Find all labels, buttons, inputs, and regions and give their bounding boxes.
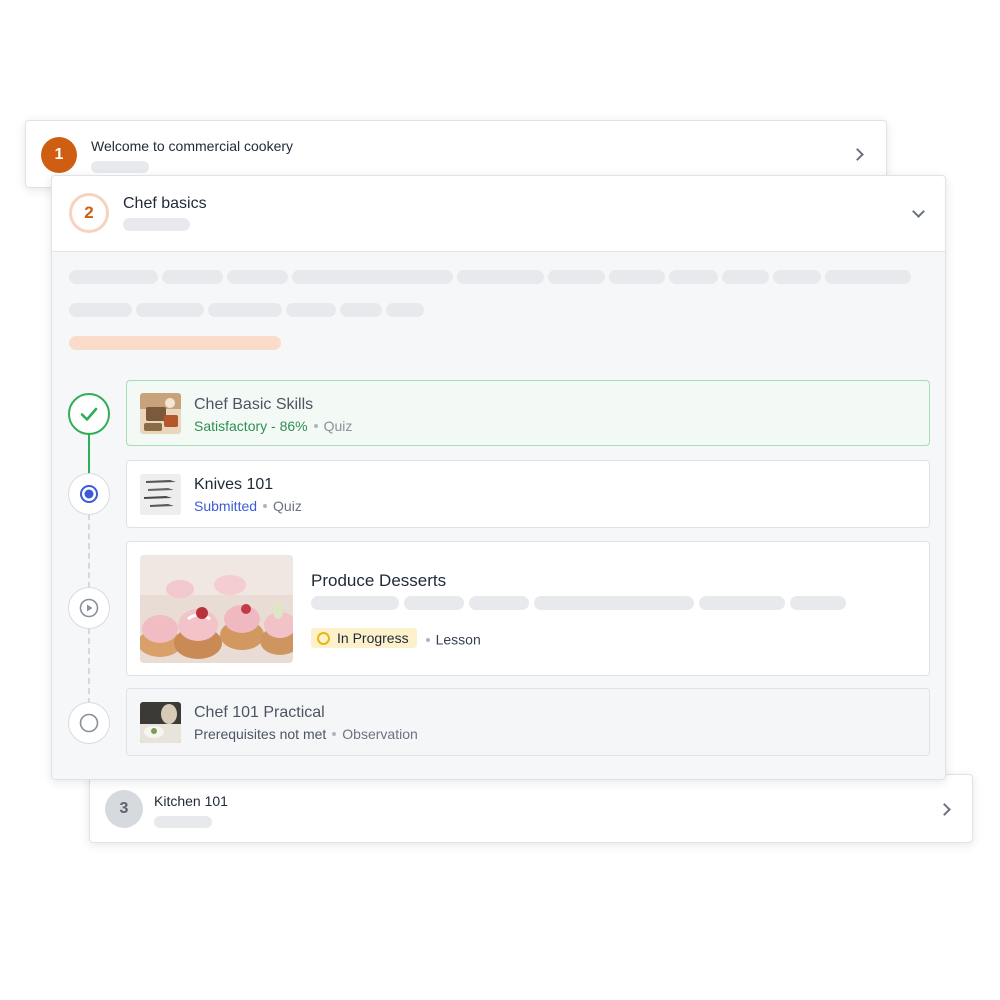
lesson-type: Quiz bbox=[273, 498, 302, 514]
timeline-connector bbox=[88, 432, 90, 476]
timeline-connector bbox=[88, 628, 90, 704]
in-progress-icon bbox=[317, 631, 330, 645]
lesson-thumbnail bbox=[140, 555, 293, 663]
lesson-item-produce-desserts[interactable]: Produce Desserts In Progress Lesson bbox=[126, 541, 930, 676]
lesson-status: Prerequisites not met bbox=[194, 726, 327, 742]
chevron-right-icon[interactable] bbox=[851, 148, 864, 161]
lesson-title: Produce Desserts bbox=[311, 571, 447, 590]
module-header[interactable]: 2 Chef basics bbox=[52, 176, 945, 252]
timeline-connector bbox=[88, 514, 90, 588]
lesson-meta: Submitted Quiz bbox=[194, 498, 302, 514]
lesson-title: Knives 101 bbox=[194, 476, 274, 493]
status-badge: In Progress bbox=[311, 628, 417, 648]
module-meta-placeholder bbox=[154, 816, 212, 828]
lesson-meta: In Progress Lesson bbox=[311, 628, 481, 648]
chevron-down-icon[interactable] bbox=[912, 205, 925, 218]
lesson-meta: Satisfactory - 86% Quiz bbox=[194, 418, 352, 434]
lesson-item-chef-basic-skills[interactable]: Chef Basic Skills Satisfactory - 86% Quiz bbox=[126, 380, 930, 446]
module-card-2: 2 Chef basics Chef Basic Skills Satisfac… bbox=[51, 175, 946, 780]
module-meta-placeholder bbox=[123, 218, 190, 231]
module-meta-placeholder bbox=[91, 161, 149, 173]
lesson-thumbnail bbox=[140, 474, 181, 515]
lesson-meta: Prerequisites not met Observation bbox=[194, 726, 418, 742]
module-number-badge: 1 bbox=[41, 137, 77, 173]
module-number-badge: 3 bbox=[105, 790, 143, 828]
lesson-item-knives-101[interactable]: Knives 101 Submitted Quiz bbox=[126, 460, 930, 528]
lesson-thumbnail bbox=[140, 393, 181, 434]
lesson-type: Quiz bbox=[323, 418, 353, 434]
module-title: Kitchen 101 bbox=[154, 793, 228, 809]
lesson-thumbnail bbox=[140, 702, 181, 743]
lesson-type: Observation bbox=[342, 726, 418, 742]
lesson-type: Lesson bbox=[435, 631, 481, 648]
lesson-title: Chef Basic Skills bbox=[194, 396, 314, 413]
module-title: Chef basics bbox=[123, 195, 207, 212]
module-title: Welcome to commercial cookery bbox=[91, 138, 294, 154]
lesson-status: Satisfactory - 86% bbox=[194, 418, 308, 434]
progress-placeholder bbox=[69, 336, 281, 350]
play-circle-icon bbox=[68, 587, 110, 629]
lesson-status: Submitted bbox=[194, 498, 258, 514]
lesson-title: Chef 101 Practical bbox=[194, 704, 325, 721]
module-card-3[interactable]: 3 Kitchen 101 bbox=[89, 774, 973, 843]
lesson-item-chef-101-practical[interactable]: Chef 101 Practical Prerequisites not met… bbox=[126, 688, 930, 756]
radio-selected-icon bbox=[68, 473, 110, 515]
chevron-right-icon[interactable] bbox=[938, 803, 951, 816]
module-number-badge: 2 bbox=[69, 193, 109, 233]
empty-circle-icon bbox=[68, 702, 110, 744]
checkmark-icon bbox=[68, 393, 110, 435]
